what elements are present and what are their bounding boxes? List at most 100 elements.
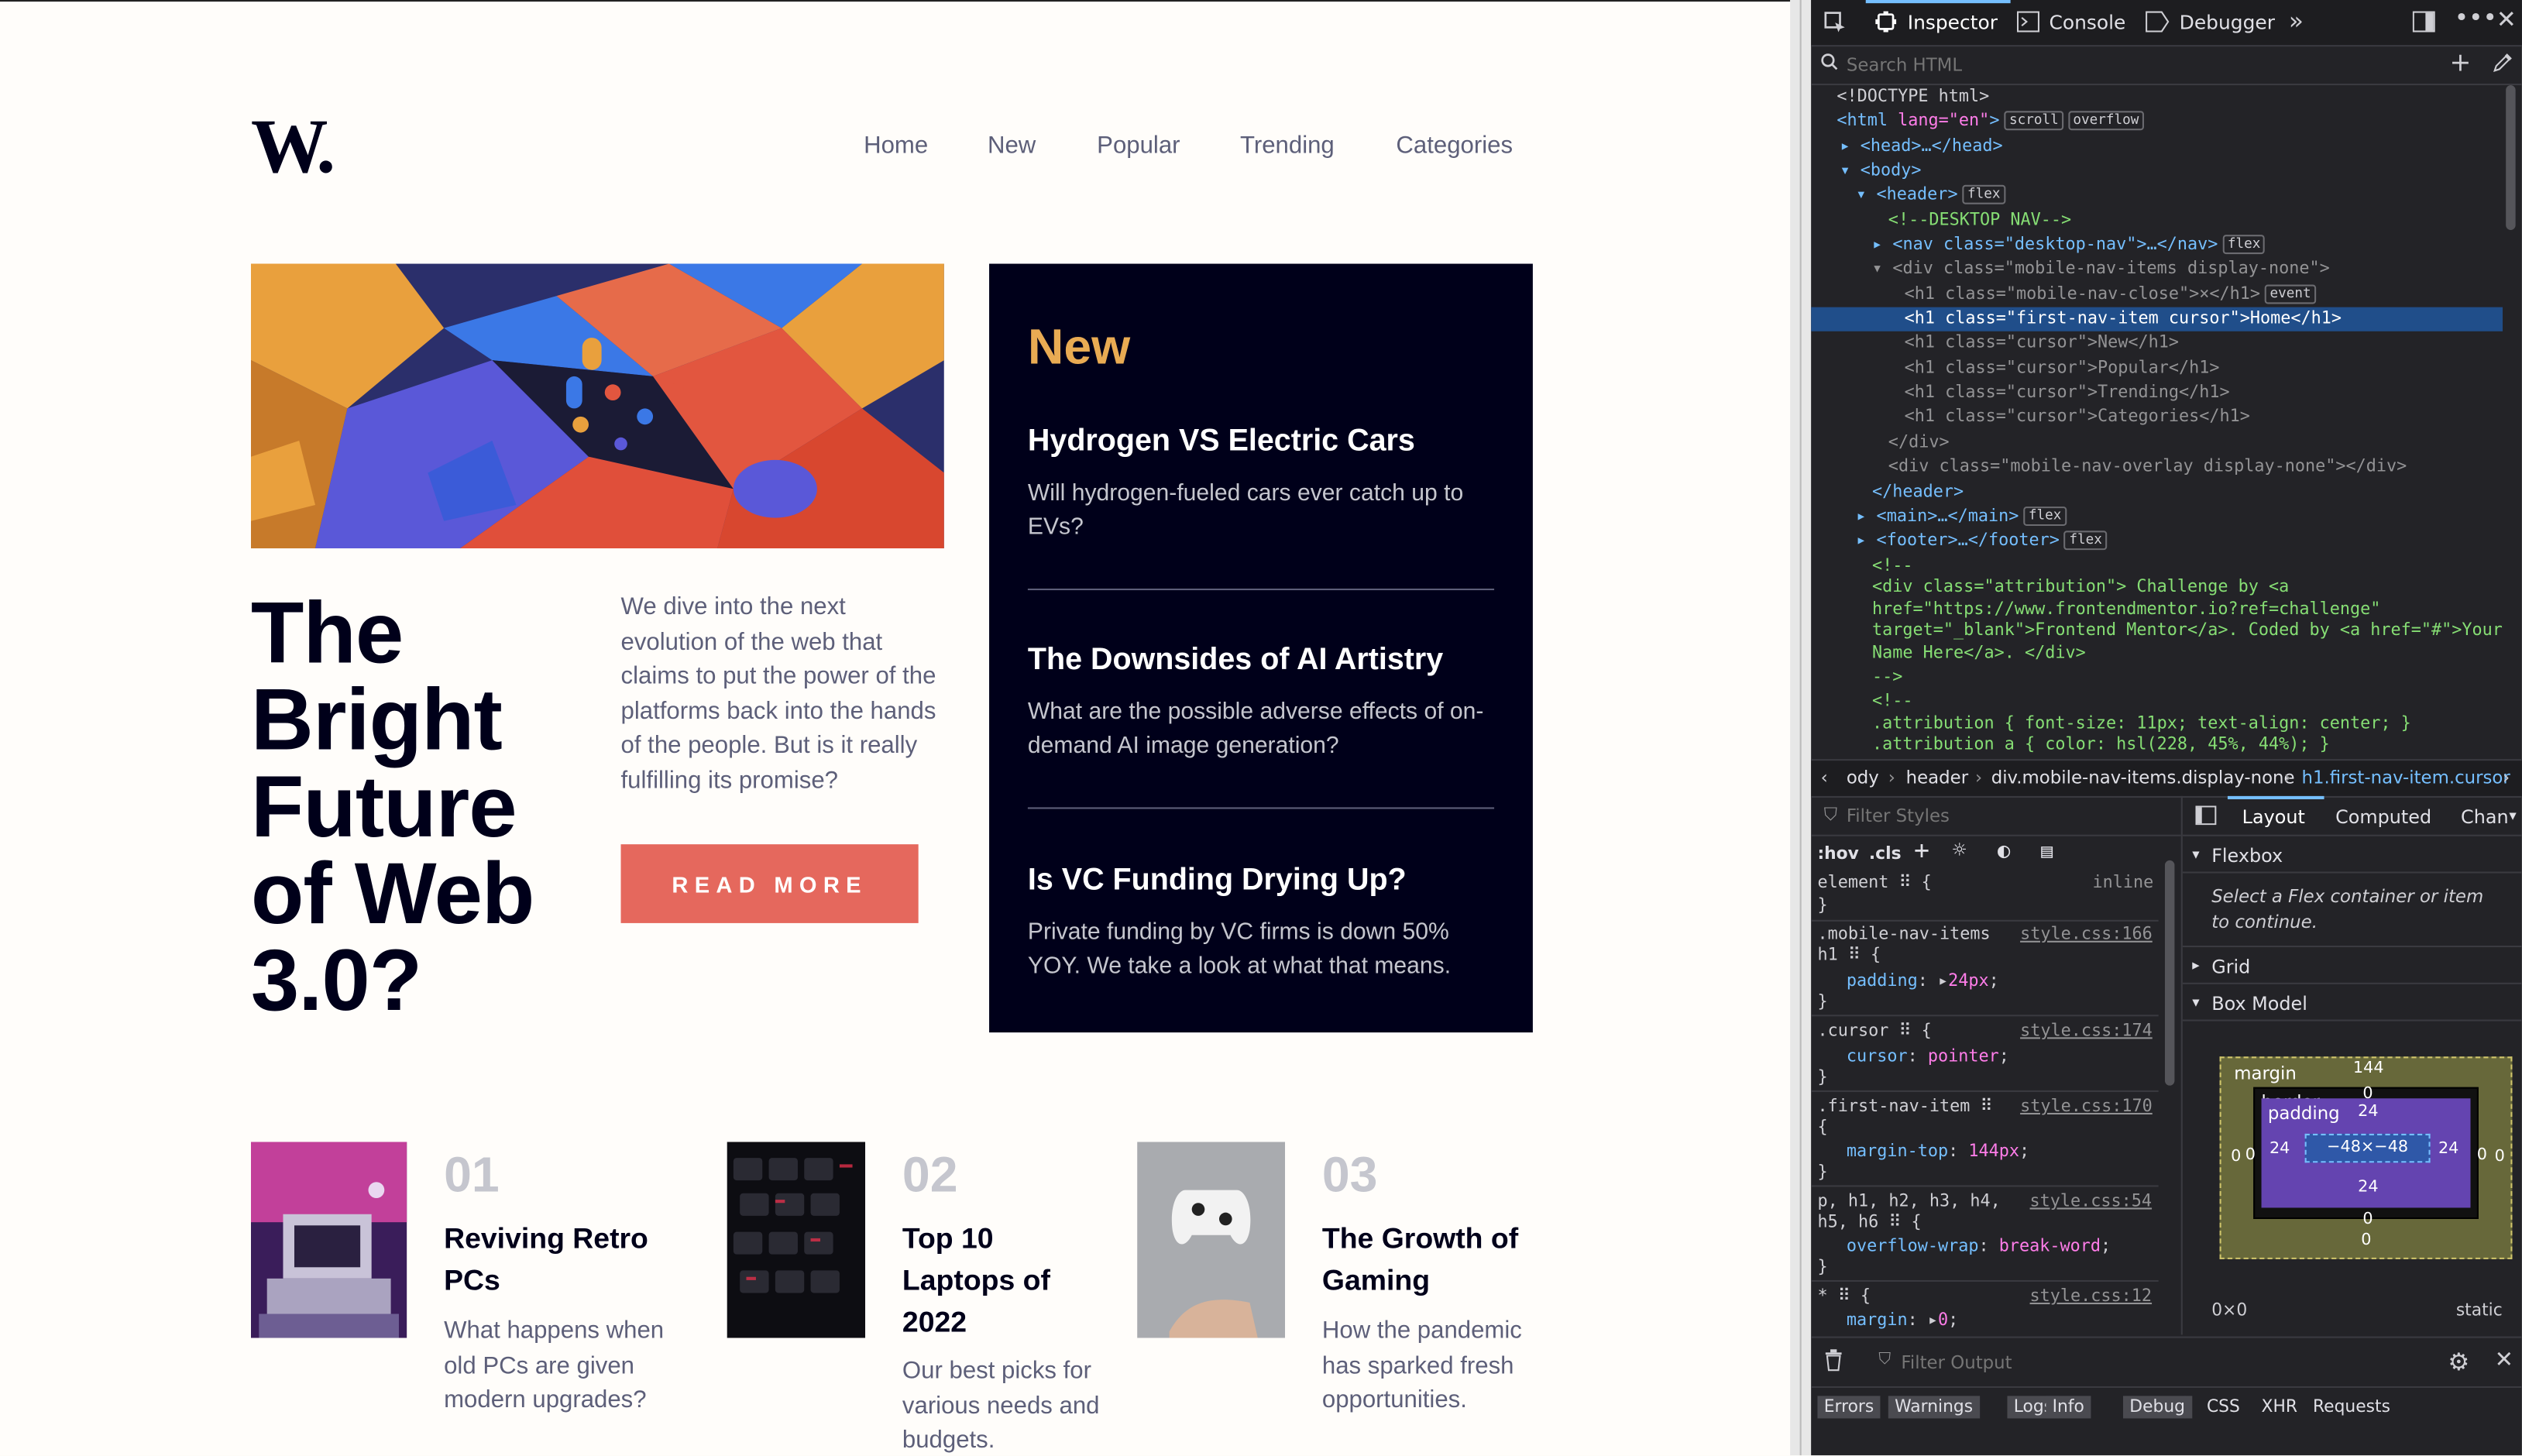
- light-theme-icon[interactable]: ☼: [1953, 840, 1967, 862]
- box-model-margin[interactable]: margin 144 0 0 0 border 0 0 0 0 padding …: [2219, 1056, 2513, 1259]
- tree-node[interactable]: ▸ <main>…</main> flex: [1856, 505, 2067, 529]
- search-html-input[interactable]: [1843, 53, 2429, 77]
- tree-node[interactable]: ▾ <header> flex: [1856, 184, 2005, 208]
- tab-changes[interactable]: Chan: [2461, 805, 2509, 828]
- nav-new[interactable]: New: [988, 132, 1036, 159]
- event-badge[interactable]: event: [2265, 284, 2316, 304]
- box-model-content[interactable]: −48×−48: [2304, 1133, 2431, 1163]
- tab-layout[interactable]: Layout: [2242, 805, 2305, 828]
- gaming-controller-image[interactable]: [1137, 1142, 1286, 1338]
- breadcrumb-item[interactable]: ody: [1847, 767, 1879, 788]
- card-title[interactable]: The Growth of Gaming: [1322, 1217, 1548, 1301]
- rule-selector[interactable]: element ⠿ {: [1817, 874, 1931, 895]
- new-item-title[interactable]: Is VC Funding Drying Up?: [1028, 864, 1497, 899]
- tree-node[interactable]: ▸ <head>…</head>: [1840, 135, 2003, 159]
- tree-comment[interactable]: <div class="attribution"> Challenge by <…: [1872, 577, 2503, 664]
- tree-comment[interactable]: <!--: [1872, 555, 1913, 579]
- tree-comment[interactable]: -->: [1872, 666, 1902, 690]
- grid-section-header[interactable]: ▸ Grid: [2182, 945, 2522, 984]
- filter-requests[interactable]: Requests: [2307, 1396, 2397, 1418]
- flex-badge[interactable]: flex: [2023, 507, 2067, 527]
- filter-errors[interactable]: Errors: [1817, 1396, 1881, 1419]
- card-title[interactable]: Top 10 Laptops of 2022: [902, 1217, 1112, 1343]
- eyedropper-icon[interactable]: [2493, 53, 2513, 79]
- tree-node[interactable]: <h1 class="mobile-nav-close">×</h1> event: [1905, 283, 2316, 307]
- more-tabs-icon[interactable]: »: [2289, 9, 2304, 33]
- box-model-padding[interactable]: padding 24 24 24 24 −48×−48: [2261, 1098, 2471, 1208]
- nav-home[interactable]: Home: [864, 132, 928, 159]
- rule-source[interactable]: style.css:174: [2020, 1022, 2153, 1042]
- flex-badge[interactable]: flex: [1962, 184, 2005, 204]
- rule-selector[interactable]: p, h1, h2, h3, h4, h5, h6 ⠿ {: [1817, 1192, 2023, 1234]
- retro-pc-image[interactable]: [250, 1142, 407, 1338]
- rule-source[interactable]: style.css:170: [2020, 1097, 2153, 1118]
- new-item[interactable]: Is VC Funding Drying Up? Private funding…: [1028, 864, 1497, 984]
- nav-categories[interactable]: Categories: [1396, 132, 1513, 159]
- hov-button[interactable]: :hov: [1817, 844, 1858, 865]
- rule-declaration[interactable]: cursor: pointer;: [1847, 1047, 2009, 1068]
- close-icon[interactable]: ✕: [2496, 7, 2517, 31]
- rule-selector[interactable]: .first-nav-item ⠿: [1817, 1097, 1992, 1118]
- rules-scrollbar[interactable]: [2164, 860, 2175, 1086]
- filter-styles-input[interactable]: [1843, 804, 2091, 829]
- site-logo[interactable]: W.: [251, 108, 335, 186]
- tree-node[interactable]: <h1 class="cursor">Popular</h1>: [1905, 357, 2220, 381]
- laptop-keyboard-image[interactable]: [727, 1142, 866, 1338]
- add-node-icon[interactable]: +: [2450, 49, 2472, 74]
- add-rule-icon[interactable]: +: [1914, 837, 1929, 863]
- box-model-border[interactable]: border 0 0 0 0 padding 24 24 24 24 −48×−…: [2245, 1086, 2487, 1229]
- tree-comment[interactable]: <!--DESKTOP NAV-->: [1888, 209, 2071, 233]
- rule-declaration[interactable]: overflow-wrap: break-word;: [1847, 1237, 2111, 1258]
- nav-trending[interactable]: Trending: [1240, 132, 1335, 159]
- tree-node[interactable]: </header>: [1872, 481, 1964, 505]
- new-item[interactable]: Hydrogen VS Electric Cars Will hydrogen-…: [1028, 424, 1497, 545]
- rule-declaration[interactable]: margin-top: 144px;: [1847, 1142, 2029, 1162]
- breadcrumb-item[interactable]: div.mobile-nav-items.display-none: [1991, 767, 2295, 788]
- rule-source[interactable]: style.css:54: [2030, 1192, 2153, 1213]
- tree-node[interactable]: </div>: [1888, 431, 1950, 455]
- filter-css[interactable]: CSS: [2201, 1396, 2247, 1418]
- tab-computed[interactable]: Computed: [2335, 805, 2431, 828]
- tree-node[interactable]: <html lang="en"> scroll overflow: [1837, 109, 2144, 133]
- tab-inspector[interactable]: Inspector: [1908, 12, 1998, 34]
- rule-selector[interactable]: .cursor ⠿ {: [1817, 1022, 1931, 1042]
- rule-declaration[interactable]: padding: ▸24px;: [1847, 971, 1999, 992]
- filter-xhr[interactable]: XHR: [2255, 1396, 2304, 1418]
- rule-selector[interactable]: .mobile-nav-items h1 ⠿ {: [1817, 925, 2010, 967]
- tree-node[interactable]: ▸ <nav class="desktop-nav">…</nav> flex: [1872, 233, 2266, 257]
- filter-debug[interactable]: Debug: [2122, 1396, 2192, 1419]
- tree-node[interactable]: ▾ <div class="mobile-nav-items display-n…: [1872, 257, 2330, 281]
- tab-console[interactable]: Console: [2049, 12, 2125, 34]
- tree-node[interactable]: <!DOCTYPE html>: [1837, 85, 1989, 109]
- scroll-badge[interactable]: scroll: [2004, 111, 2063, 131]
- filter-output-input[interactable]: [1898, 1351, 2226, 1375]
- breadcrumb-back-icon[interactable]: ‹: [1821, 767, 1828, 788]
- cls-button[interactable]: .cls: [1869, 844, 1902, 865]
- dark-theme-icon[interactable]: ◐: [1998, 841, 2010, 862]
- breadcrumb-item-active[interactable]: h1.first-nav-item.cursor: [2301, 767, 2510, 788]
- tree-node[interactable]: ▸ <footer>…</footer> flex: [1856, 529, 2108, 553]
- flexbox-section-header[interactable]: ▾ Flexbox: [2182, 836, 2522, 874]
- tree-scrollbar[interactable]: [2506, 85, 2516, 230]
- print-media-icon[interactable]: ▤: [2041, 840, 2053, 862]
- panel-divider[interactable]: [1799, 0, 1802, 1456]
- nav-popular[interactable]: Popular: [1097, 132, 1180, 159]
- close-icon[interactable]: ✕: [2495, 1348, 2513, 1373]
- breadcrumb-forward-icon[interactable]: ›: [2503, 767, 2510, 788]
- tree-comment[interactable]: <!--: [1872, 690, 1913, 714]
- rule-selector[interactable]: * ⠿ {: [1817, 1286, 1871, 1307]
- rule-source[interactable]: style.css:12: [2030, 1286, 2153, 1307]
- trash-icon[interactable]: [1824, 1349, 1843, 1376]
- expand-arrow-icon[interactable]: ▸: [1840, 137, 1850, 156]
- element-picker-icon[interactable]: [1824, 12, 1847, 40]
- overflow-badge[interactable]: overflow: [2068, 111, 2144, 131]
- card-title[interactable]: Reviving Retro PCs: [444, 1217, 685, 1301]
- new-item-title[interactable]: Hydrogen VS Electric Cars: [1028, 424, 1497, 460]
- more-options-icon[interactable]: •••: [2455, 5, 2497, 29]
- tab-debugger[interactable]: Debugger: [2180, 12, 2275, 34]
- dock-side-icon[interactable]: [2412, 11, 2435, 39]
- filter-info[interactable]: Info: [2046, 1396, 2091, 1419]
- tree-node[interactable]: <h1 class="cursor">New</h1>: [1905, 331, 2179, 355]
- tree-node-selected[interactable]: <h1 class="first-nav-item cursor">Home</…: [1811, 307, 2503, 331]
- tree-node[interactable]: ▾ <body>: [1840, 160, 1922, 184]
